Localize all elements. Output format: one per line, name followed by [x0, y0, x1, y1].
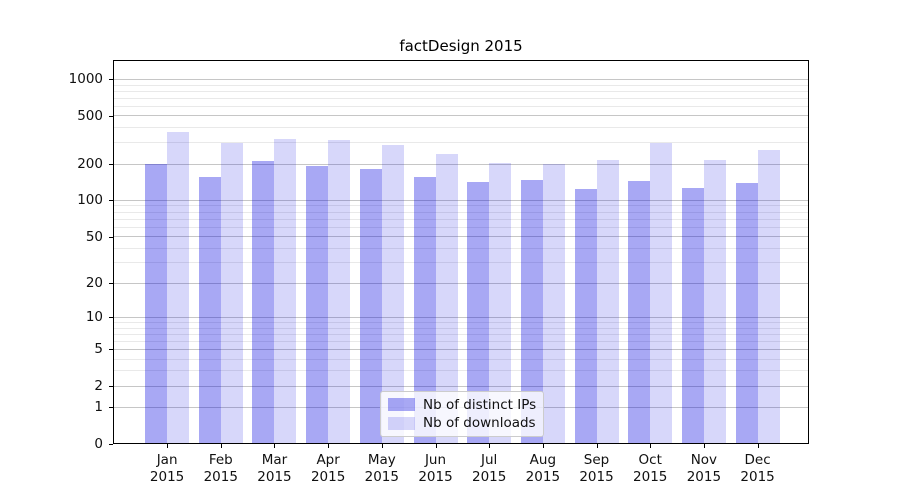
- y-tick-mark: [109, 200, 113, 202]
- y-tick-mark: [109, 349, 113, 351]
- x-tick-mark: [757, 444, 759, 448]
- y-axis-tick-label: 1: [94, 399, 103, 416]
- y-axis-tick-label: 5: [94, 341, 103, 358]
- gridline-minor: [114, 127, 808, 129]
- legend-swatch-distinct-ips: [388, 398, 415, 412]
- bar-downloads: [596, 160, 619, 443]
- x-tick-mark: [381, 444, 383, 448]
- bar-distinct-ips: [359, 168, 382, 443]
- y-tick-mark: [109, 79, 113, 81]
- x-tick-mark: [703, 444, 705, 448]
- bar-distinct-ips: [681, 188, 704, 443]
- y-tick-mark: [109, 407, 113, 409]
- bar-downloads: [703, 160, 726, 443]
- y-axis-tick-label: 100: [77, 192, 103, 209]
- y-axis-tick-label: 1000: [68, 71, 103, 88]
- bar-downloads: [542, 164, 565, 443]
- y-axis-tick-label: 10: [85, 309, 103, 326]
- x-axis-tick-label: Dec 2015: [740, 452, 775, 485]
- figure: factDesign 2015 Nb of distinct IPs Nb of…: [0, 0, 900, 500]
- y-tick-mark: [109, 317, 113, 319]
- x-tick-mark: [542, 444, 544, 448]
- legend: Nb of distinct IPs Nb of downloads: [380, 391, 544, 437]
- gridline-minor: [114, 97, 808, 99]
- gridline-minor: [114, 105, 808, 107]
- x-tick-mark: [489, 444, 491, 448]
- bar-downloads: [274, 138, 297, 443]
- legend-label-distinct-ips: Nb of distinct IPs: [423, 396, 537, 413]
- x-tick-mark: [435, 444, 437, 448]
- y-tick-mark: [109, 283, 113, 285]
- y-axis-tick-label: 2: [94, 378, 103, 395]
- y-tick-mark: [109, 115, 113, 117]
- legend-label-downloads: Nb of downloads: [423, 415, 536, 432]
- y-tick-mark: [109, 236, 113, 238]
- x-tick-mark: [167, 444, 169, 448]
- y-axis-tick-label: 200: [77, 156, 103, 173]
- legend-item-downloads: Nb of downloads: [388, 415, 536, 431]
- chart-title: factDesign 2015: [399, 37, 523, 55]
- bar-distinct-ips: [306, 166, 329, 443]
- bar-distinct-ips: [145, 164, 168, 443]
- gridline-major: [114, 78, 808, 80]
- y-axis-tick-label: 0: [94, 436, 103, 452]
- y-tick-mark: [109, 164, 113, 166]
- x-tick-mark: [650, 444, 652, 448]
- y-axis-tick-label: 500: [77, 107, 103, 124]
- bar-distinct-ips: [574, 189, 597, 443]
- x-tick-mark: [328, 444, 330, 448]
- bar-downloads: [328, 139, 351, 443]
- gridline-minor: [114, 90, 808, 92]
- bar-distinct-ips: [628, 181, 651, 443]
- bar-distinct-ips: [735, 183, 758, 443]
- legend-item-distinct-ips: Nb of distinct IPs: [388, 397, 536, 413]
- bar-distinct-ips: [252, 160, 275, 443]
- bar-downloads: [167, 131, 190, 443]
- y-tick-mark: [109, 386, 113, 388]
- y-axis-tick-label: 20: [85, 275, 103, 292]
- x-tick-mark: [596, 444, 598, 448]
- bar-downloads: [650, 142, 673, 443]
- legend-swatch-downloads: [388, 416, 415, 430]
- gridline-minor: [114, 84, 808, 86]
- gridline-major: [114, 115, 808, 117]
- y-tick-mark: [109, 444, 113, 445]
- gridline-minor: [114, 142, 808, 144]
- x-tick-mark: [274, 444, 276, 448]
- bar-distinct-ips: [198, 176, 221, 443]
- bar-downloads: [757, 150, 780, 443]
- y-axis-tick-label: 50: [85, 228, 103, 245]
- bar-downloads: [220, 143, 243, 443]
- x-tick-mark: [220, 444, 222, 448]
